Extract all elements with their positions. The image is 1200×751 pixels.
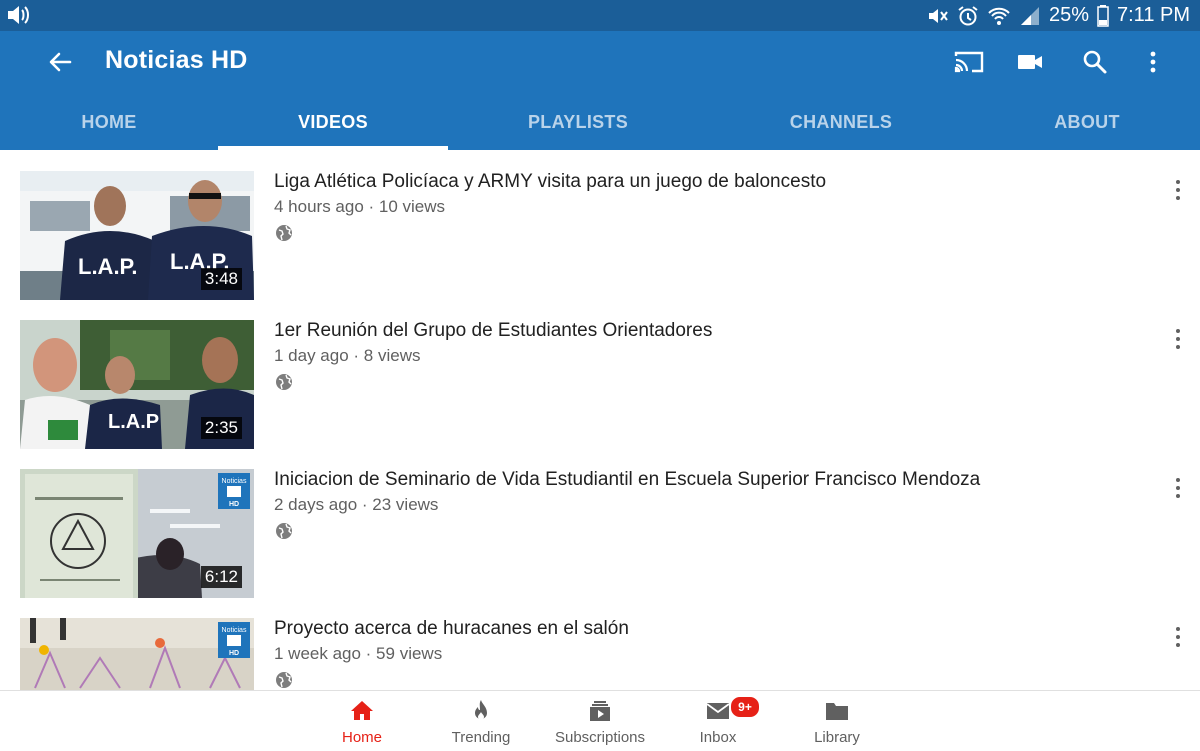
app-bar: Noticias HD HOME VIDEOS PLAYLISTS CHANNE… [0,31,1200,150]
nav-label: Subscriptions [554,729,646,746]
inbox-icon [706,703,730,719]
more-vert-icon[interactable] [1168,476,1188,500]
video-thumbnail[interactable]: Noticias HD 6:12 [20,469,254,598]
more-vert-icon[interactable] [1168,178,1188,202]
video-list-item[interactable]: L.A.P. L.A.P. 3:48 Liga Atlética Policía… [0,150,1200,300]
tab-playlists[interactable]: PLAYLISTS [490,96,666,150]
nav-label: Home [341,729,382,746]
more-options-button[interactable] [1136,47,1170,77]
tab-videos[interactable]: VIDEOS [218,96,448,150]
public-globe-icon [276,225,292,241]
volume-icon [6,4,32,26]
flame-icon [475,700,487,720]
more-vert-icon[interactable] [1168,327,1188,351]
video-meta: 1 day ago · 8 views [274,346,421,365]
nav-inbox[interactable]: 9+ Inbox [663,691,773,751]
nav-label: Inbox [699,729,737,746]
video-meta: 2 days ago · 23 views [274,495,439,514]
battery-icon [1097,4,1109,27]
svg-text:HD: HD [229,650,239,657]
svg-text:Noticias: Noticias [222,478,247,485]
tab-home[interactable]: HOME [40,96,178,150]
svg-text:HD: HD [229,501,239,508]
video-duration: 2:35 [200,417,242,439]
alarm-icon [957,5,979,27]
nav-trending[interactable]: Trending [426,691,536,751]
search-button[interactable] [1078,47,1112,77]
video-title[interactable]: Iniciacion de Seminario de Vida Estudian… [274,469,980,491]
video-list-item[interactable]: L.A.P 2:35 1er Reunión del Grupo de Estu… [0,299,1200,449]
video-list-item[interactable]: Noticias HD 6:12 Iniciacion de Seminario… [0,448,1200,598]
folder-icon [826,703,848,720]
signal-icon [1019,6,1041,26]
bottom-navigation: Home Trending Subscriptions 9+ Inbox Lib… [0,690,1200,751]
battery-percent: 25% [1048,4,1089,26]
svg-text:L.A.P: L.A.P [108,411,159,433]
video-list: L.A.P. L.A.P. 3:48 Liga Atlética Policía… [0,150,1200,690]
video-list-item[interactable]: Noticias HD Proyecto acerca de huracanes… [0,597,1200,690]
wifi-icon [987,6,1011,26]
upload-video-button[interactable] [1013,47,1047,77]
nav-label: Trending [451,729,511,746]
video-title[interactable]: Liga Atlética Policíaca y ARMY visita pa… [274,171,826,193]
public-globe-icon [276,672,292,688]
home-icon [351,701,373,720]
clock-time: 7:11 PM [1117,4,1190,26]
search-icon [1083,50,1107,74]
status-bar: 25% 7:11 PM [0,0,1200,31]
video-meta: 1 week ago · 59 views [274,644,443,663]
svg-text:L.A.P.: L.A.P. [78,254,138,279]
video-duration: 3:48 [200,268,242,290]
video-duration: 6:12 [200,566,242,588]
video-thumbnail[interactable]: L.A.P 2:35 [20,320,254,449]
subscriptions-icon [590,701,610,721]
video-title[interactable]: 1er Reunión del Grupo de Estudiantes Ori… [274,320,712,342]
tab-channels[interactable]: CHANNELS [752,96,930,150]
video-thumbnail[interactable]: L.A.P. L.A.P. 3:48 [20,171,254,300]
nav-subscriptions[interactable]: Subscriptions [545,691,655,751]
tab-about[interactable]: ABOUT [1020,96,1154,150]
channel-title: Noticias HD [105,46,248,74]
back-button[interactable] [44,48,78,76]
public-globe-icon [276,523,292,539]
public-globe-icon [276,374,292,390]
cast-icon [954,51,984,73]
video-title[interactable]: Proyecto acerca de huracanes en el salón [274,618,629,640]
arrow-back-icon [49,52,72,72]
video-meta: 4 hours ago · 10 views [274,197,446,216]
inbox-badge: 9+ [730,696,760,718]
mute-icon [927,6,949,26]
svg-text:Noticias: Noticias [222,627,247,634]
nav-library[interactable]: Library [782,691,892,751]
more-vert-icon [1150,51,1156,73]
video-camera-icon [1018,55,1042,69]
video-thumbnail[interactable]: Noticias HD [20,618,254,690]
nav-home[interactable]: Home [307,691,417,751]
more-vert-icon[interactable] [1168,625,1188,649]
channel-tabs: HOME VIDEOS PLAYLISTS CHANNELS ABOUT [0,96,1200,150]
nav-label: Library [814,729,860,746]
cast-button[interactable] [952,47,986,77]
